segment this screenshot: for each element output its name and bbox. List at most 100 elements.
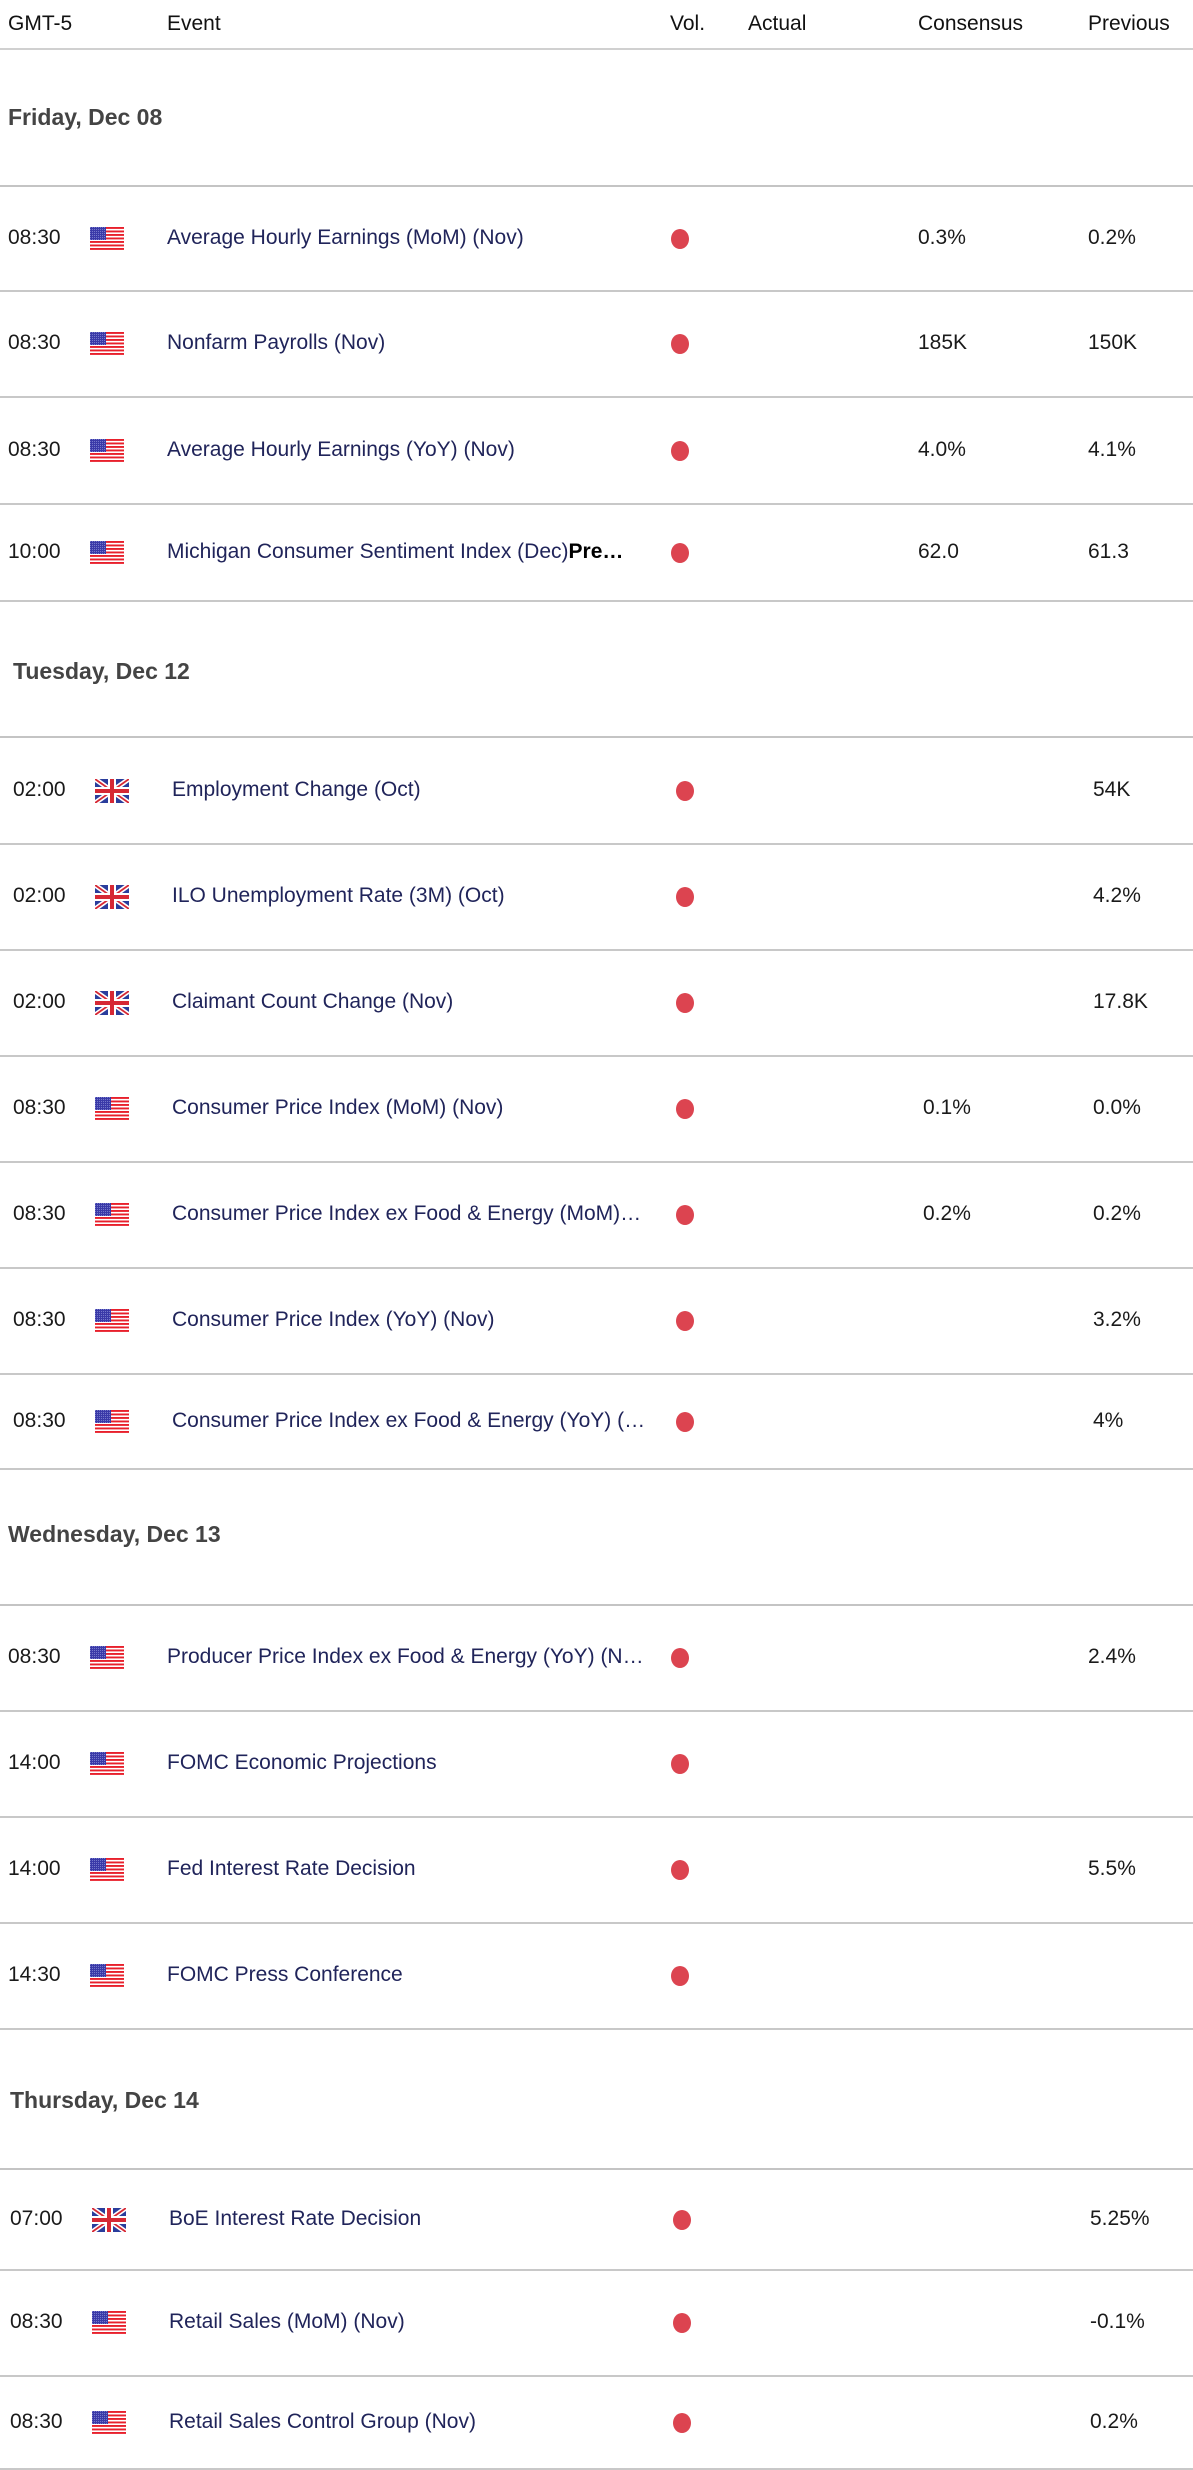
event-name-text: FOMC Press Conference [167, 1963, 403, 1986]
previous-value: 17.8K [1093, 990, 1148, 1013]
event-name[interactable]: Consumer Price Index (YoY) (Nov) [172, 1308, 495, 1332]
event-row[interactable]: 08:30 Consumer Price Index (YoY) (Nov) 3.2… [0, 1269, 1193, 1375]
event-name[interactable]: Employment Change (Oct) [172, 778, 421, 802]
event-row[interactable]: 08:30 Retail Sales (MoM) (Nov) -0.1% [0, 2271, 1193, 2377]
high-volatility-icon [676, 780, 694, 801]
high-volatility-icon [671, 1648, 689, 1668]
previous-value: 0.2% [1093, 1202, 1141, 1225]
event-row[interactable]: 08:30 Consumer Price Index ex Food & Ener… [0, 1163, 1193, 1269]
event-name-text: Consumer Price Index ex Food & Energy (M… [172, 1202, 642, 1225]
previous-value: 5.25% [1090, 2206, 1150, 2230]
event-time: 08:30 [13, 1308, 66, 1331]
us-flag-icon [90, 1752, 124, 1776]
event-time: 10:00 [8, 539, 61, 563]
high-volatility-icon [676, 1311, 694, 1331]
event-row[interactable]: 10:00 Michigan Consumer Sentiment Index (… [0, 505, 1193, 602]
event-name[interactable]: Retail Sales Control Group (Nov) [169, 2410, 476, 2434]
uk-flag-icon [93, 988, 131, 1018]
high-volatility-icon [673, 2412, 691, 2433]
event-row[interactable]: 02:00 Claimant Count Change (Nov) 17.8K [0, 951, 1193, 1057]
event-time: 14:00 [8, 1751, 61, 1774]
event-name-text: Consumer Price Index (YoY) (Nov) [172, 1308, 495, 1331]
previous-value: 61.3 [1088, 539, 1129, 563]
consensus-value: 4.0% [918, 437, 966, 461]
event-column-header: Event [167, 12, 221, 35]
event-name[interactable]: Producer Price Index ex Food & Energy (Y… [167, 1645, 644, 1669]
event-name[interactable]: Claimant Count Change (Nov) [172, 990, 453, 1014]
actual-column-header: Actual [748, 12, 807, 35]
event-time: 08:30 [13, 1202, 66, 1225]
event-row[interactable]: 08:30 Consumer Price Index ex Food & Ener… [0, 1375, 1193, 1470]
previous-value: 0.2% [1090, 2409, 1138, 2433]
event-name[interactable]: Fed Interest Rate Decision [167, 1857, 416, 1881]
event-name-text: Claimant Count Change (Nov) [172, 990, 454, 1013]
high-volatility-icon [671, 334, 689, 354]
date-group-header: Friday, Dec 08 [0, 50, 1193, 187]
us-flag-icon [95, 1409, 129, 1434]
event-name[interactable]: Consumer Price Index (MoM) (Nov) [172, 1096, 503, 1120]
event-name-text: FOMC Economic Projections [167, 1751, 437, 1774]
high-volatility-icon [671, 542, 689, 563]
event-time: 08:30 [8, 1645, 61, 1668]
event-time: 08:30 [10, 2310, 63, 2333]
date-group-title: Thursday, Dec 14 [10, 2087, 199, 2113]
us-flag-icon [90, 1646, 124, 1670]
previous-value: 2.4% [1088, 1645, 1136, 1668]
event-name-suffix: Pre… [568, 539, 624, 563]
event-name[interactable]: FOMC Economic Projections [167, 1751, 437, 1775]
event-row[interactable]: 08:30 Consumer Price Index (MoM) (Nov) 0.1… [0, 1057, 1193, 1163]
consensus-value: 62.0 [918, 539, 959, 563]
us-flag-icon [92, 2311, 126, 2335]
event-row[interactable]: 07:00 BoE Interest Rate Decision 5.25% [0, 2170, 1193, 2271]
event-name-text: Consumer Price Index (MoM) (Nov) [172, 1096, 504, 1119]
event-name[interactable]: ILO Unemployment Rate (3M) (Oct) [172, 884, 505, 908]
event-name[interactable]: Average Hourly Earnings (YoY) (Nov) [167, 438, 515, 462]
timezone-header[interactable]: GMT-5 [8, 12, 72, 36]
event-time: 08:30 [10, 2409, 63, 2433]
event-row[interactable]: 14:00 FOMC Economic Projections [0, 1712, 1193, 1818]
table-header: GMT-5 Event Vol. Actual Consensus Previo… [0, 0, 1193, 50]
event-name-text: BoE Interest Rate Decision [169, 2206, 422, 2230]
event-row[interactable]: 02:00 ILO Unemployment Rate (3M) (Oct) 4.2… [0, 845, 1193, 951]
us-flag-icon [90, 1858, 124, 1882]
event-row[interactable]: 08:30 Nonfarm Payrolls (Nov) 185K 150K [0, 292, 1193, 398]
event-name-text: Average Hourly Earnings (YoY) (Nov) [167, 437, 515, 461]
previous-value: 54K [1093, 777, 1131, 801]
event-time: 08:30 [8, 225, 61, 249]
previous-value: 3.2% [1093, 1308, 1141, 1331]
event-row[interactable]: 02:00 Employment Change (Oct) 54K [0, 738, 1193, 845]
event-name[interactable]: FOMC Press Conference [167, 1963, 403, 1987]
previous-value: 5.5% [1088, 1857, 1136, 1880]
event-name-text: Retail Sales (MoM) (Nov) [169, 2310, 405, 2333]
event-time: 07:00 [10, 2206, 63, 2230]
event-row[interactable]: 14:30 FOMC Press Conference [0, 1924, 1193, 2030]
high-volatility-icon [676, 1099, 694, 1119]
event-name[interactable]: Nonfarm Payrolls (Nov) [167, 331, 385, 355]
previous-value: 0.0% [1093, 1096, 1141, 1119]
us-flag-icon [90, 438, 124, 463]
event-name[interactable]: Consumer Price Index ex Food & Energy (Y… [172, 1409, 645, 1433]
event-name[interactable]: BoE Interest Rate Decision [169, 2207, 421, 2231]
event-name[interactable]: Michigan Consumer Sentiment Index (Dec)P… [167, 540, 623, 564]
event-row[interactable]: 08:30 Producer Price Index ex Food & Ener… [0, 1606, 1193, 1712]
event-name[interactable]: Consumer Price Index ex Food & Energy (M… [172, 1202, 641, 1226]
event-name-text: Retail Sales Control Group (Nov) [169, 2409, 476, 2433]
us-flag-icon [95, 1097, 129, 1121]
event-row[interactable]: 08:30 Average Hourly Earnings (MoM) (Nov)… [0, 187, 1193, 292]
event-time: 08:30 [8, 331, 61, 354]
date-group-header: Tuesday, Dec 12 [0, 602, 1193, 738]
high-volatility-icon [671, 1966, 689, 1986]
event-name[interactable]: Average Hourly Earnings (MoM) (Nov) [167, 226, 524, 250]
high-volatility-icon [671, 228, 689, 249]
previous-column-header: Previous [1088, 12, 1170, 35]
date-group-header: Wednesday, Dec 13 [0, 1470, 1193, 1606]
event-row[interactable]: 08:30 Average Hourly Earnings (YoY) (Nov)… [0, 398, 1193, 505]
event-name-text: Average Hourly Earnings (MoM) (Nov) [167, 225, 524, 249]
high-volatility-icon [676, 993, 694, 1013]
uk-flag-icon [93, 882, 131, 912]
event-name[interactable]: Retail Sales (MoM) (Nov) [169, 2310, 405, 2334]
event-row[interactable]: 08:30 Retail Sales Control Group (Nov) 0.2… [0, 2377, 1193, 2470]
date-group-header: Thursday, Dec 14 [0, 2030, 1193, 2170]
event-row[interactable]: 14:00 Fed Interest Rate Decision 5.5% [0, 1818, 1193, 1924]
date-group-title: Friday, Dec 08 [8, 104, 163, 130]
